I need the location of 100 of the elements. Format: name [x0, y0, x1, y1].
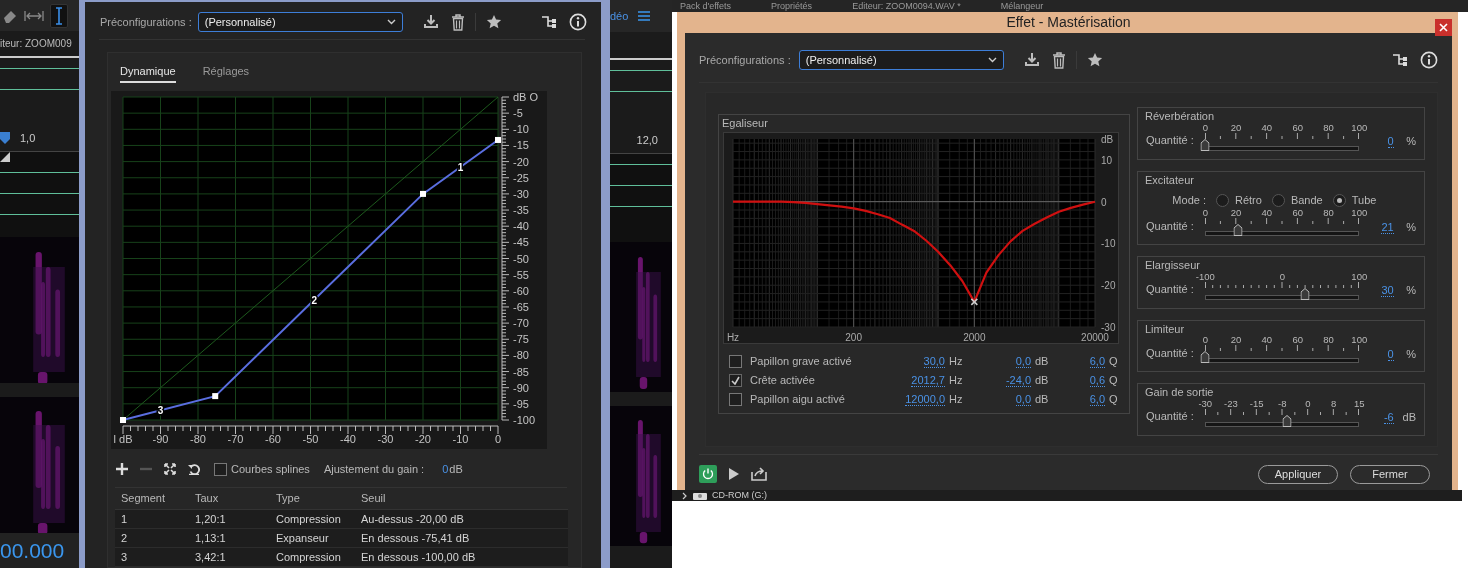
slider-thumb[interactable]: [1233, 224, 1243, 236]
fade-handle-icon[interactable]: [0, 151, 10, 162]
column-header[interactable]: Taux: [195, 490, 276, 507]
value-field[interactable]: 0,6: [1089, 373, 1105, 387]
tick-label: -15: [1249, 396, 1264, 411]
unit-label: %: [1405, 134, 1416, 149]
tick-label: 0: [1202, 120, 1208, 135]
cross-marker[interactable]: [970, 297, 979, 306]
value-field[interactable]: 30: [1381, 284, 1394, 297]
value-field[interactable]: 6,0: [1089, 354, 1105, 368]
add-button[interactable]: [116, 463, 128, 475]
panel-tab[interactable]: Propriétés: [771, 0, 813, 12]
control-point[interactable]: [212, 393, 219, 400]
value-field[interactable]: 0,0: [1015, 392, 1031, 406]
value-field[interactable]: 21: [1381, 220, 1394, 234]
slider-thumb[interactable]: [1282, 414, 1292, 427]
close-button[interactable]: [1435, 19, 1452, 36]
info-icon[interactable]: [1420, 51, 1438, 69]
group-title: Egaliseur: [719, 116, 771, 130]
star-icon[interactable]: [485, 14, 502, 30]
radio-button[interactable]: [1271, 193, 1285, 207]
preset-dropdown[interactable]: (Personnalisé): [798, 50, 1004, 70]
value-field[interactable]: -24,0: [1005, 373, 1031, 387]
value-field[interactable]: 12000,0: [905, 392, 945, 406]
slider-thumb[interactable]: [1200, 351, 1210, 363]
control-point[interactable]: [420, 190, 426, 197]
panel-tab[interactable]: Mélangeur: [1000, 0, 1044, 12]
tick-label: 2000: [963, 331, 986, 343]
gain-value[interactable]: 0: [442, 460, 449, 478]
checkbox-label[interactable]: Papillon grave activé: [750, 352, 852, 370]
column-header[interactable]: Segment: [121, 490, 195, 507]
radio-label[interactable]: Bande: [1290, 191, 1323, 209]
checkbox[interactable]: [729, 354, 742, 368]
checkbox-label[interactable]: Papillon aigu activé: [750, 390, 845, 408]
checkbox[interactable]: [729, 392, 742, 406]
routing-icon[interactable]: [541, 14, 557, 30]
slider-thumb[interactable]: [1200, 138, 1210, 151]
reset-button[interactable]: [188, 463, 200, 475]
slider-thumb[interactable]: [1300, 287, 1310, 300]
value-field[interactable]: 2012,7: [911, 373, 945, 387]
tab-label[interactable]: déo: [610, 7, 629, 25]
download-icon[interactable]: [422, 14, 439, 30]
power-button[interactable]: [699, 465, 717, 483]
panel-tab[interactable]: Editeur: ZOOM0094.WAV *: [852, 0, 961, 12]
checkbox[interactable]: [214, 462, 227, 476]
radio-label[interactable]: Rétro: [1235, 191, 1262, 209]
routing-icon[interactable]: [1392, 52, 1408, 68]
fit-button[interactable]: [164, 463, 176, 475]
menu-icon[interactable]: [638, 11, 651, 21]
editor-tab-label[interactable]: iteur: ZOOM009: [0, 31, 79, 57]
value-field[interactable]: 0,0: [1015, 354, 1031, 368]
trash-icon[interactable]: [450, 13, 465, 31]
playhead-icon[interactable]: [0, 132, 10, 145]
table-cell-text: 2: [121, 530, 129, 546]
tick-label: 0: [1202, 333, 1208, 347]
download-icon[interactable]: [1023, 52, 1040, 68]
export-icon[interactable]: [751, 467, 767, 481]
checkbox[interactable]: [729, 373, 742, 387]
table-cell-text: 3: [121, 549, 129, 565]
value-field[interactable]: 0: [1387, 347, 1394, 361]
text-cursor-icon[interactable]: [53, 6, 65, 25]
value-field[interactable]: 0: [1387, 135, 1394, 148]
preset-dropdown[interactable]: (Personnalisé): [197, 12, 403, 32]
value-field[interactable]: 6,0: [1089, 392, 1105, 406]
unit-label: Q: [1108, 391, 1119, 407]
chevron-icon[interactable]: [682, 491, 688, 500]
tick-label: 0: [494, 433, 502, 445]
caret-icon: [987, 57, 997, 63]
tick-label: dB O: [513, 91, 539, 103]
checkbox-label[interactable]: Crête activée: [750, 371, 815, 389]
value-field[interactable]: 30,0: [923, 354, 945, 368]
checkmark-icon: [731, 375, 740, 385]
tick-label: 100: [1351, 269, 1368, 284]
panel-tab[interactable]: Pack d'effets: [680, 0, 732, 12]
column-header[interactable]: Type: [276, 490, 361, 507]
radio-button[interactable]: [1216, 193, 1229, 207]
trash-icon[interactable]: [1051, 51, 1066, 69]
value-field[interactable]: -6: [1383, 411, 1394, 424]
info-icon[interactable]: [569, 13, 587, 31]
tick-label: -20: [415, 433, 431, 445]
radio-label[interactable]: Tube: [1351, 191, 1377, 209]
tick-label: 80: [1323, 206, 1334, 220]
tick-label: -15: [513, 139, 529, 152]
play-icon[interactable]: [729, 468, 739, 480]
tick-label: -40: [513, 220, 529, 233]
dialog-button[interactable]: Appliquer: [1258, 464, 1338, 484]
column-header[interactable]: Seuil: [361, 490, 568, 507]
control-point[interactable]: [495, 136, 501, 143]
tab[interactable]: Dynamique: [120, 60, 176, 83]
tab[interactable]: Réglages: [202, 60, 250, 83]
star-icon[interactable]: [1086, 52, 1103, 68]
dialog-button[interactable]: Fermer: [1350, 464, 1430, 484]
ruler-label: 1,0: [20, 131, 36, 147]
drive-label[interactable]: CD-ROM (G:): [712, 488, 767, 503]
resize-arrows-icon[interactable]: [24, 9, 44, 22]
radio-button[interactable]: [1332, 193, 1346, 207]
power-icon: [702, 468, 714, 480]
tick-label: 60: [1292, 120, 1303, 135]
tick-label: -70: [513, 317, 529, 330]
checkbox-label[interactable]: Courbes splines: [231, 460, 310, 478]
